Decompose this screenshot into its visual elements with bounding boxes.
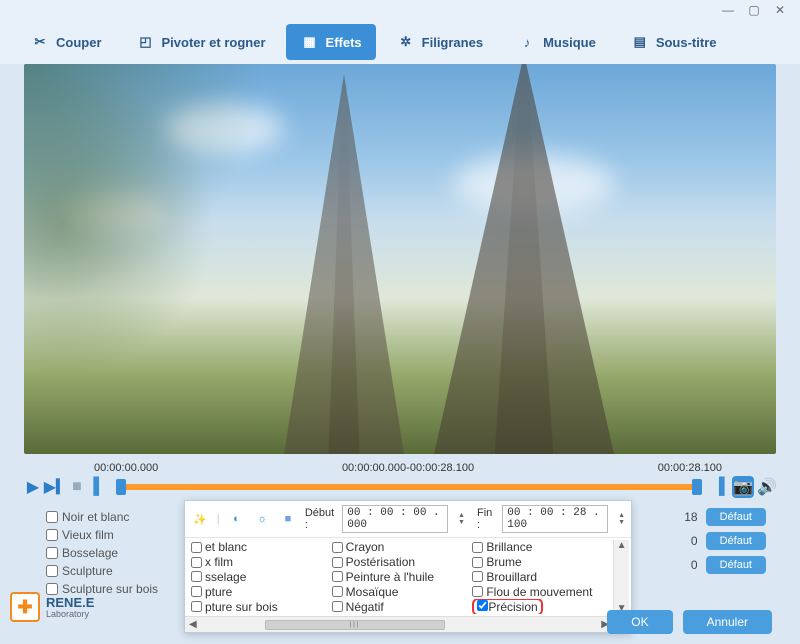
tab-effects[interactable]: ▦ Effets xyxy=(286,24,376,60)
logo-line2: Laboratory xyxy=(46,609,94,619)
value-display: 0 xyxy=(691,534,698,548)
minimize-button[interactable]: — xyxy=(716,2,740,18)
tab-cut[interactable]: ✂ Couper xyxy=(16,24,116,60)
effects-panel: Noir et blancVieux filmBosselageSculptur… xyxy=(0,504,800,644)
effects-values-right: 18 Défaut 0 Défaut 0 Défaut xyxy=(684,508,766,574)
time-range: 00:00:00.000-00:00:28.100 xyxy=(342,462,474,474)
tab-music[interactable]: ♪ Musique xyxy=(503,24,610,60)
value-row: 18 Défaut xyxy=(684,508,766,526)
scroll-thumb[interactable]: ||| xyxy=(265,620,445,630)
precision-highlight: Précision xyxy=(472,599,542,614)
popup-effect-checkbox[interactable]: Brume xyxy=(472,555,613,570)
effect-checkbox[interactable]: Bosselage xyxy=(46,544,158,562)
popup-effect-checkbox[interactable]: sselage xyxy=(191,570,332,585)
default-button[interactable]: Défaut xyxy=(706,532,766,550)
tab-effects-label: Effets xyxy=(326,35,362,50)
timeline-slider[interactable] xyxy=(116,484,702,490)
popup-effect-checkbox[interactable]: Peinture à l'huile xyxy=(332,570,473,585)
effects-popup: ✨ | ◐ ☼ ■ Début : 00 : 00 : 00 . 000 ▲▼ … xyxy=(184,500,632,633)
tab-rotate[interactable]: ◰ Pivoter et rogner xyxy=(122,24,280,60)
music-icon: ♪ xyxy=(517,32,537,52)
popup-col-3: BrillanceBrumeBrouillardFlou de mouvemen… xyxy=(472,540,613,614)
popup-col-1: et blancx filmsselagepturepture sur bois xyxy=(191,540,332,614)
default-button[interactable]: Défaut xyxy=(706,508,766,526)
popup-effect-checkbox[interactable]: Flou de mouvement xyxy=(472,584,613,599)
tab-watermark-label: Filigranes xyxy=(422,35,483,50)
debut-input[interactable]: 00 : 00 : 00 . 000 xyxy=(342,505,448,533)
value-display: 0 xyxy=(691,558,698,572)
debut-stepper[interactable]: ▲▼ xyxy=(458,512,465,526)
main-tabs: ✂ Couper ◰ Pivoter et rogner ▦ Effets ✲ Fili… xyxy=(0,20,800,64)
subtitle-icon: ▤ xyxy=(630,32,650,52)
value-row: 0 Défaut xyxy=(691,556,766,574)
slider-handle-start[interactable] xyxy=(116,479,126,495)
stop-button[interactable]: ■ xyxy=(68,478,86,496)
effect-checkbox[interactable]: Noir et blanc xyxy=(46,508,158,526)
snapshot-button[interactable]: 📷 xyxy=(732,476,754,498)
logo-line1: RENE.E xyxy=(46,596,94,609)
scroll-left-icon[interactable]: ◀ xyxy=(189,619,197,630)
brightness-icon[interactable]: ☼ xyxy=(253,509,271,529)
popup-effect-checkbox[interactable]: x film xyxy=(191,555,332,570)
default-button[interactable]: Défaut xyxy=(706,556,766,574)
gear-icon: ✲ xyxy=(396,32,416,52)
volume-button[interactable]: 🔊 xyxy=(758,478,776,496)
tab-subtitle[interactable]: ▤ Sous-titre xyxy=(616,24,731,60)
playback-controls: 00:00:00.000 00:00:00.000-00:00:28.100 0… xyxy=(0,456,800,498)
value-display: 18 xyxy=(684,510,697,524)
popup-effect-checkbox[interactable]: et blanc xyxy=(191,540,332,555)
fin-stepper[interactable]: ▲▼ xyxy=(618,512,625,526)
effects-list-left: Noir et blancVieux filmBosselageSculptur… xyxy=(46,508,158,598)
contrast-icon[interactable]: ◐ xyxy=(228,509,246,529)
magic-wand-icon[interactable]: ✨ xyxy=(191,509,209,529)
tab-music-label: Musique xyxy=(543,35,596,50)
popup-effect-checkbox[interactable]: Précision xyxy=(472,599,613,614)
effect-checkbox[interactable]: Sculpture xyxy=(46,562,158,580)
window-titlebar: — ▢ ✕ xyxy=(0,0,800,20)
crop-icon: ◰ xyxy=(136,32,156,52)
scissors-icon: ✂ xyxy=(30,32,50,52)
time-end: 00:00:28.100 xyxy=(658,462,722,474)
vertical-scrollbar[interactable]: ▲▼ xyxy=(613,540,629,614)
popup-effect-checkbox[interactable]: Brouillard xyxy=(472,570,613,585)
popup-effect-checkbox[interactable]: Mosaïque xyxy=(332,584,473,599)
mark-out-button[interactable]: ▐ xyxy=(710,478,728,496)
fin-label: Fin : xyxy=(477,507,494,531)
logo-icon: ✚ xyxy=(10,592,40,622)
popup-effect-checkbox[interactable]: Crayon xyxy=(332,540,473,555)
maximize-button[interactable]: ▢ xyxy=(742,2,766,18)
popup-effect-checkbox[interactable]: pture sur bois xyxy=(191,599,332,614)
popup-col-2: CrayonPostérisationPeinture à l'huileMos… xyxy=(332,540,473,614)
tab-rotate-label: Pivoter et rogner xyxy=(162,35,266,50)
time-start: 00:00:00.000 xyxy=(94,462,158,474)
video-preview xyxy=(24,64,776,454)
tab-subtitle-label: Sous-titre xyxy=(656,35,717,50)
popup-effect-checkbox[interactable]: pture xyxy=(191,584,332,599)
play-end-button[interactable]: ▶▍ xyxy=(46,478,64,496)
popup-effect-checkbox[interactable]: Brillance xyxy=(472,540,613,555)
popup-effect-checkbox[interactable]: Négatif xyxy=(332,599,473,614)
effect-checkbox[interactable]: Vieux film xyxy=(46,526,158,544)
fin-input[interactable]: 00 : 00 : 28 . 100 xyxy=(502,505,608,533)
brand-logo: ✚ RENE.E Laboratory xyxy=(10,592,94,622)
tab-watermark[interactable]: ✲ Filigranes xyxy=(382,24,497,60)
cancel-button[interactable]: Annuler xyxy=(683,610,772,634)
color-icon[interactable]: ■ xyxy=(279,509,297,529)
debut-label: Début : xyxy=(305,507,334,531)
film-icon: ▦ xyxy=(300,32,320,52)
popup-effect-checkbox[interactable]: Postérisation xyxy=(332,555,473,570)
tab-cut-label: Couper xyxy=(56,35,102,50)
mark-in-button[interactable]: ▌ xyxy=(90,478,108,496)
play-button[interactable]: ▶ xyxy=(24,478,42,496)
ok-button[interactable]: OK xyxy=(607,610,672,634)
slider-handle-end[interactable] xyxy=(692,479,702,495)
close-button[interactable]: ✕ xyxy=(768,2,792,18)
value-row: 0 Défaut xyxy=(691,532,766,550)
